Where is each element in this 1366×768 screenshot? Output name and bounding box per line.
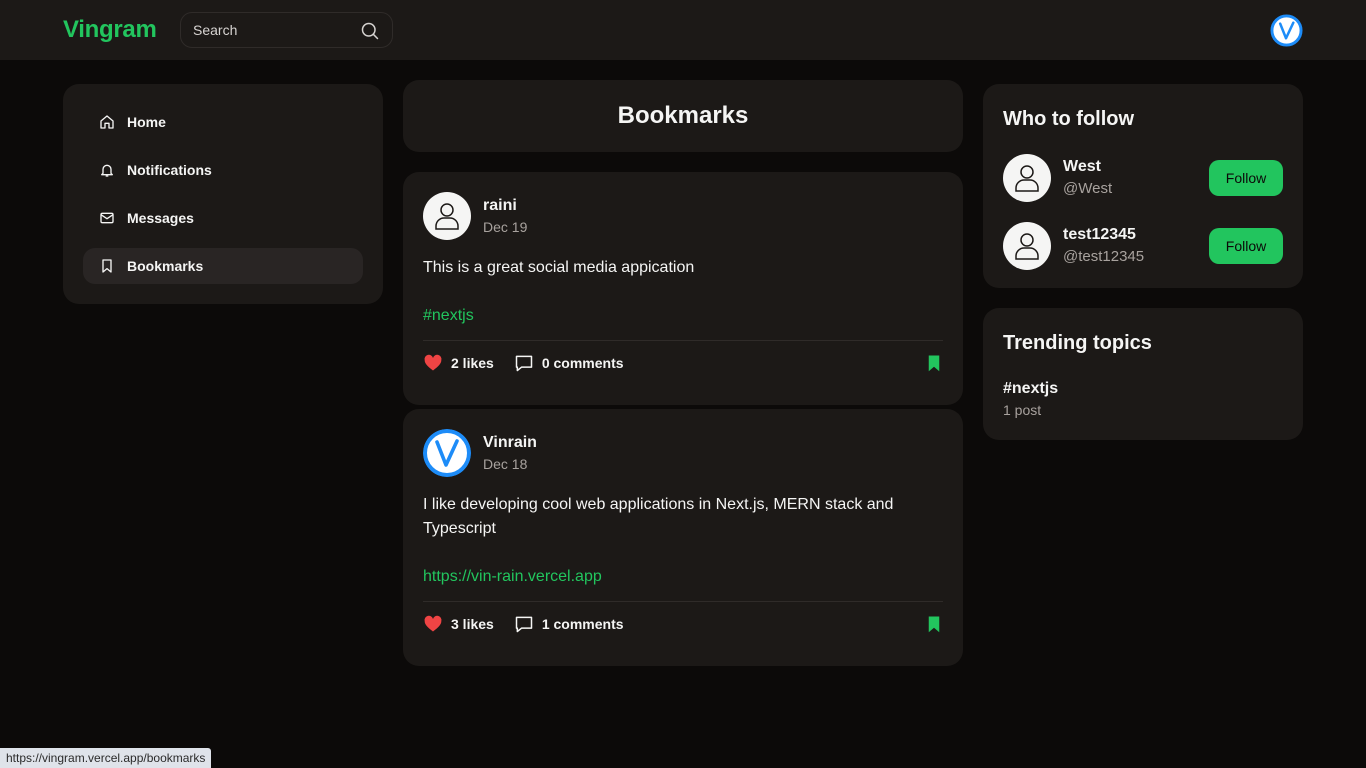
topic-count: 1 post (1003, 402, 1042, 418)
follow-button[interactable]: Follow (1209, 160, 1283, 196)
post-hashtag[interactable]: #nextjs (423, 304, 943, 328)
comment-count: 1 comments (541, 616, 624, 632)
sidebar-item-home[interactable]: Home (83, 104, 363, 140)
comment-count: 0 comments (541, 355, 624, 371)
avatar[interactable] (423, 429, 471, 477)
post-card: Vinrain Dec 18 I like developing cool we… (403, 409, 963, 666)
bookmark-button[interactable] (925, 615, 943, 633)
comment-icon (515, 616, 533, 633)
comment-button[interactable]: 0 comments (514, 353, 624, 373)
sidebar-item-messages[interactable]: Messages (83, 200, 363, 236)
follow-suggestion: West @West Follow (1003, 154, 1283, 202)
like-button[interactable]: 3 likes (423, 614, 494, 634)
status-bar-url: https://vingram.vercel.app/bookmarks (0, 748, 212, 768)
post-username[interactable]: Vinrain (483, 432, 537, 454)
panel-title: Trending topics (1003, 332, 1152, 354)
post-username[interactable]: raini (483, 195, 527, 217)
search-input[interactable] (193, 13, 363, 47)
home-icon (99, 114, 115, 130)
follow-handle: @West (1063, 180, 1113, 197)
page-title: Bookmarks (403, 80, 963, 152)
bookmark-icon (99, 258, 115, 274)
app-logo[interactable]: Vingram (63, 16, 157, 44)
topic-tag: #nextjs (1003, 380, 1059, 397)
search-icon[interactable] (360, 21, 380, 41)
post-date: Dec 19 (483, 219, 528, 235)
follow-suggestion: test12345 @test12345 Follow (1003, 222, 1283, 270)
follow-button[interactable]: Follow (1209, 228, 1283, 264)
post-link[interactable]: https://vin-rain.vercel.app (423, 565, 943, 589)
user-placeholder-icon (435, 203, 459, 230)
comment-icon (515, 355, 533, 372)
search-box (180, 12, 393, 48)
follow-handle: @test12345 (1063, 248, 1145, 265)
avatar[interactable] (1003, 222, 1051, 270)
top-navbar: Vingram (0, 0, 1366, 60)
post-date: Dec 18 (483, 456, 528, 472)
like-count: 2 likes (451, 355, 494, 371)
follow-name[interactable]: West (1063, 156, 1209, 178)
sidebar-item-bookmarks[interactable]: Bookmarks (83, 248, 363, 284)
post-text: I like developing cool web applications … (423, 496, 894, 537)
user-avatar[interactable] (1270, 14, 1303, 47)
comment-button[interactable]: 1 comments (514, 614, 624, 634)
sidebar-item-label: Home (127, 114, 166, 130)
like-count: 3 likes (451, 616, 494, 632)
avatar[interactable] (423, 192, 471, 240)
sidebar-item-notifications[interactable]: Notifications (83, 152, 363, 188)
post-text: This is a great social media appication (423, 259, 695, 276)
sidebar-item-label: Bookmarks (127, 258, 204, 274)
follow-name[interactable]: test12345 (1063, 224, 1209, 246)
bookmark-filled-icon (928, 616, 940, 633)
like-button[interactable]: 2 likes (423, 353, 494, 373)
sidebar-item-label: Notifications (127, 162, 212, 178)
post-card: raini Dec 19 This is a great social medi… (403, 172, 963, 405)
who-to-follow-panel: Who to follow West @West Follow test1234… (983, 84, 1303, 288)
heart-icon (424, 615, 442, 632)
user-placeholder-icon (1015, 233, 1039, 260)
bookmark-filled-icon (928, 355, 940, 372)
sidebar-item-label: Messages (127, 210, 194, 226)
bookmark-button[interactable] (925, 354, 943, 372)
user-placeholder-icon (1015, 165, 1039, 192)
trending-panel: Trending topics #nextjs 1 post (983, 308, 1303, 440)
trending-topic[interactable]: #nextjs 1 post (1003, 378, 1283, 420)
avatar[interactable] (1003, 154, 1051, 202)
heart-icon (424, 354, 442, 371)
sidebar-nav: Home Notifications Messages Bookmarks (63, 84, 383, 304)
mail-icon (99, 210, 115, 226)
panel-title: Who to follow (1003, 108, 1135, 130)
bell-icon (99, 162, 115, 178)
